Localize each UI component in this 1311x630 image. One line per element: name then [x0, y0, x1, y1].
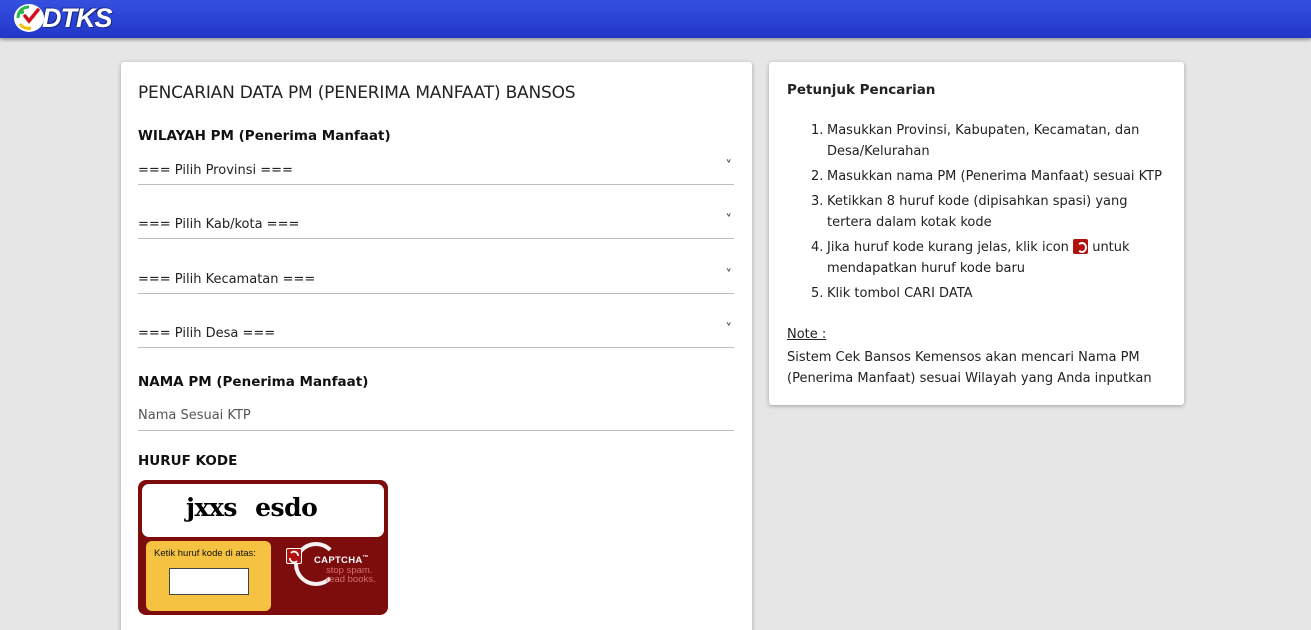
help-step: 3. Ketikkan 8 huruf kode (dipisahkan spas… [811, 191, 1167, 233]
note-text: Sistem Cek Bansos Kemensos akan mencari … [787, 350, 1152, 386]
step-number: 2. [811, 169, 824, 184]
help-step: 2. Masukkan nama PM (Penerima Manfaat) se… [811, 166, 1167, 187]
form-title: PENCARIAN DATA PM (PENERIMA MANFAAT) BAN… [138, 83, 576, 103]
chevron-down-icon: ˅ [725, 213, 733, 228]
captcha-word: jxxs esdo [186, 493, 318, 522]
kecamatan-select-value: === Pilih Kecamatan === [138, 272, 316, 287]
search-form-card: PENCARIAN DATA PM (PENERIMA MANFAAT) BAN… [121, 62, 752, 630]
captcha-entry-box: Ketik huruf kode di atas: [146, 541, 271, 611]
help-steps-list: 1. Masukkan Provinsi, Kabupaten, Kecamata… [811, 120, 1167, 308]
wilayah-section-label: WILAYAH PM (Penerima Manfaat) [138, 128, 391, 144]
logo-emblem-icon [14, 4, 44, 32]
step-text: Masukkan nama PM (Penerima Manfaat) sesu… [827, 169, 1162, 184]
captcha-image: jxxs esdo [142, 484, 384, 537]
chevron-down-icon: ˅ [725, 159, 733, 174]
help-step: 4. Jika huruf kode kurang jelas, klik ico… [811, 237, 1167, 279]
captcha-entry-label: Ketik huruf kode di atas: [154, 548, 256, 559]
kode-section-label: HURUF KODE [138, 453, 238, 469]
chevron-down-icon: ˅ [725, 322, 733, 337]
kabkota-select-value: === Pilih Kab/kota === [138, 217, 300, 232]
provinsi-select[interactable]: === Pilih Provinsi === ˅ [138, 157, 734, 185]
dtks-logo[interactable]: DTKS [14, 3, 130, 33]
captcha-reload-icon[interactable] [286, 548, 302, 564]
step-number: 4. [811, 240, 824, 255]
captcha-input[interactable] [169, 568, 249, 595]
help-step: 5. Klik tombol CARI DATA [811, 283, 1167, 304]
step-text: Klik tombol CARI DATA [827, 286, 973, 301]
nama-pm-input[interactable] [138, 400, 734, 431]
kecamatan-select[interactable]: === Pilih Kecamatan === ˅ [138, 266, 734, 294]
desa-select[interactable]: === Pilih Desa === ˅ [138, 320, 734, 348]
desa-select-value: === Pilih Desa === [138, 326, 276, 341]
top-navbar: DTKS [0, 0, 1311, 38]
note-label: Note : [787, 327, 827, 342]
provinsi-select-value: === Pilih Provinsi === [138, 163, 293, 178]
chevron-down-icon: ˅ [725, 268, 733, 283]
step-text: Ketikkan 8 huruf kode (dipisahkan spasi)… [827, 194, 1128, 230]
step-text: Masukkan Provinsi, Kabupaten, Kecamatan,… [827, 123, 1140, 159]
step-text-before: Jika huruf kode kurang jelas, klik icon [827, 240, 1069, 255]
step-number: 3. [811, 194, 824, 209]
help-step: 1. Masukkan Provinsi, Kabupaten, Kecamata… [811, 120, 1167, 162]
step-number: 1. [811, 123, 824, 138]
logo-text: DTKS [42, 2, 112, 33]
captcha-widget: jxxs esdo Ketik huruf kode di atas: CAPT… [138, 480, 388, 615]
kabkota-select[interactable]: === Pilih Kab/kota === ˅ [138, 211, 734, 239]
captcha-tagline-2: read books. [326, 574, 376, 585]
captcha-tm: ™ [362, 555, 369, 561]
nama-section-label: NAMA PM (Penerima Manfaat) [138, 374, 369, 390]
reload-icon [1073, 239, 1089, 254]
search-help-card: Petunjuk Pencarian 1. Masukkan Provinsi, … [769, 62, 1184, 405]
help-title: Petunjuk Pencarian [787, 82, 936, 98]
step-number: 5. [811, 286, 824, 301]
